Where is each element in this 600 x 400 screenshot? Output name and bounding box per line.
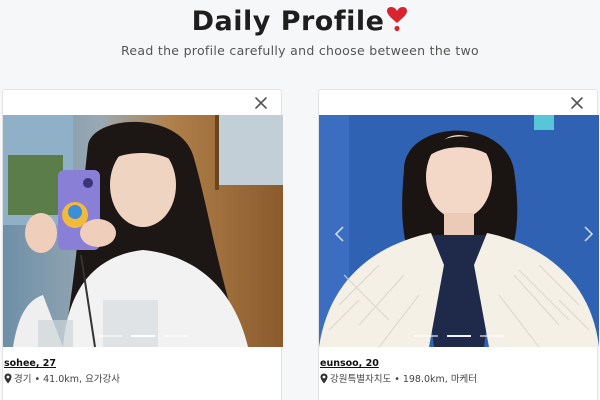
close-icon[interactable] — [569, 95, 585, 111]
chevron-left-icon[interactable] — [333, 225, 347, 243]
page-title: Daily Profile — [191, 6, 385, 37]
chevron-right-icon[interactable] — [581, 225, 595, 243]
heart-exclamation-icon — [386, 6, 408, 39]
profile-card-eunsoo[interactable]: eunsoo, 20 강원특별자치도 • 198.0km, 마케터 — [318, 89, 599, 400]
carousel-dot[interactable] — [97, 335, 122, 337]
profile-location: 경기 • 41.0km, 요가강사 — [14, 374, 121, 385]
carousel-dot[interactable] — [413, 335, 438, 337]
page-header: Daily Profile Read the profile carefully… — [0, 0, 600, 70]
profile-card-sohee[interactable]: sohee, 27 경기 • 41.0km, 요가강사 — [2, 89, 283, 400]
carousel-dot[interactable] — [480, 335, 505, 337]
carousel-indicators — [319, 322, 599, 341]
close-icon[interactable] — [253, 95, 269, 111]
carousel-dot-active[interactable] — [131, 335, 155, 337]
carousel-dot-active[interactable] — [447, 335, 471, 337]
profile-name[interactable]: eunsoo, 20 — [320, 358, 379, 369]
page-title-row: Daily Profile — [0, 6, 600, 39]
carousel-indicators — [3, 322, 283, 341]
page-subtitle: Read the profile carefully and choose be… — [121, 43, 479, 58]
profile-meta: 경기 • 41.0km, 요가강사 — [4, 371, 120, 385]
profile-name[interactable]: sohee, 27 — [4, 358, 56, 369]
map-pin-icon — [320, 373, 328, 383]
profile-photo[interactable] — [3, 115, 283, 347]
profile-location: 강원특별자치도 • 198.0km, 마케터 — [330, 374, 478, 385]
map-pin-icon — [4, 373, 12, 383]
profile-meta: 강원특별자치도 • 198.0km, 마케터 — [320, 371, 477, 385]
carousel-dot[interactable] — [164, 335, 189, 337]
profile-photo[interactable] — [319, 115, 599, 347]
